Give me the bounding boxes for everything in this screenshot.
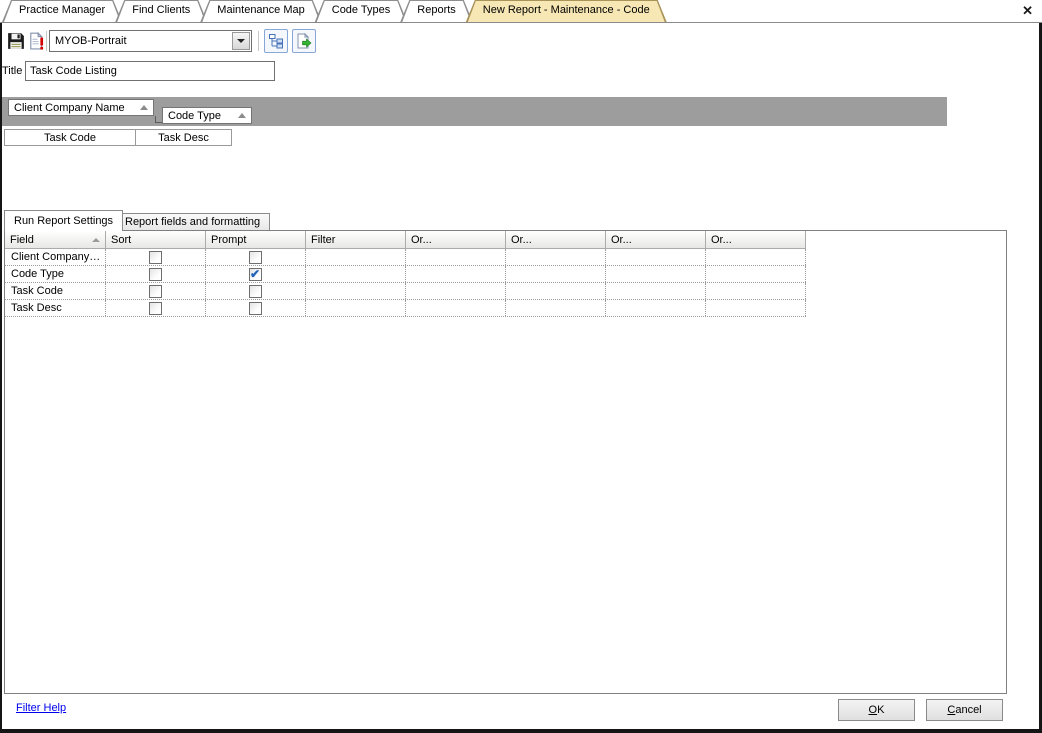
- or-cell[interactable]: [606, 283, 706, 299]
- or-cell[interactable]: [406, 300, 506, 316]
- sort-checkbox[interactable]: [149, 302, 162, 315]
- report-format-select[interactable]: MYOB-Portrait: [49, 30, 252, 52]
- sort-asc-icon: [238, 113, 246, 118]
- tabbar-divider: [0, 22, 1042, 23]
- run-report-icon: [296, 33, 312, 49]
- col-header-prompt[interactable]: Prompt: [206, 231, 306, 249]
- report-structure-button[interactable]: [264, 29, 288, 53]
- run-report-settings-panel: Field Sort Prompt Filter Or... Or... Or.…: [4, 230, 1007, 694]
- field-cell: Task Desc: [5, 300, 106, 316]
- grid-row-task-code: Task Code: [5, 283, 806, 300]
- toolbar-separator: [46, 31, 47, 51]
- col-header-or-1[interactable]: Or...: [406, 231, 506, 249]
- or-cell[interactable]: [606, 266, 706, 282]
- col-header-field[interactable]: Field: [5, 231, 106, 249]
- report-format-value: MYOB-Portrait: [55, 34, 127, 49]
- save-icon: [7, 32, 25, 50]
- col-header-or-2[interactable]: Or...: [506, 231, 606, 249]
- run-report-button[interactable]: [292, 29, 316, 53]
- or-cell[interactable]: [606, 300, 706, 316]
- close-icon[interactable]: ✕: [1022, 3, 1033, 18]
- or-cell[interactable]: [406, 283, 506, 299]
- report-alert-icon: [28, 32, 46, 50]
- ok-button[interactable]: OK: [838, 699, 915, 721]
- tab-maintenance-map[interactable]: Maintenance Map: [200, 0, 321, 22]
- tab-code-types[interactable]: Code Types: [315, 0, 408, 22]
- or-cell[interactable]: [706, 249, 806, 265]
- grid-row-client-company: Client Company…: [5, 249, 806, 266]
- settings-section: Run Report Settings Report fields and fo…: [0, 210, 1042, 694]
- sort-checkbox[interactable]: [149, 268, 162, 281]
- or-cell[interactable]: [706, 300, 806, 316]
- title-row: Title: [0, 60, 1042, 84]
- col-header-or-3[interactable]: Or...: [606, 231, 706, 249]
- or-cell[interactable]: [606, 249, 706, 265]
- or-cell[interactable]: [506, 249, 606, 265]
- sort-asc-icon: [92, 238, 100, 242]
- or-cell[interactable]: [706, 266, 806, 282]
- tab-report-fields-and-formatting[interactable]: Report fields and formatting: [115, 213, 270, 230]
- col-header-sort[interactable]: Sort: [106, 231, 206, 249]
- tab-practice-manager[interactable]: Practice Manager: [2, 0, 122, 22]
- field-cell: Task Code: [5, 283, 106, 299]
- column-header-task-desc[interactable]: Task Desc: [135, 129, 232, 146]
- group-client-company-name[interactable]: Client Company Name: [8, 99, 154, 116]
- main-tabbar: Practice Manager Find Clients Maintenanc…: [0, 0, 1042, 23]
- or-cell[interactable]: [506, 300, 606, 316]
- group-code-type[interactable]: Code Type: [162, 107, 252, 124]
- tab-new-report-maintenance-code[interactable]: New Report - Maintenance - Code: [466, 0, 667, 22]
- chevron-down-icon[interactable]: [232, 32, 250, 50]
- report-structure-icon: [268, 33, 284, 49]
- grid-row-task-desc: Task Desc: [5, 300, 806, 317]
- or-cell[interactable]: [506, 283, 606, 299]
- filter-help-link[interactable]: Filter Help: [16, 702, 66, 714]
- group-by-band: Client Company Name Code Type: [0, 97, 947, 126]
- or-cell[interactable]: [406, 249, 506, 265]
- field-cell: Client Company…: [5, 249, 106, 265]
- or-cell[interactable]: [406, 266, 506, 282]
- grid-row-code-type: Code Type: [5, 266, 806, 283]
- toolbar-separator: [258, 31, 259, 51]
- detail-column-headers: Task Code Task Desc: [4, 129, 232, 146]
- report-designer-window: Practice Manager Find Clients Maintenanc…: [0, 0, 1042, 733]
- prompt-checkbox[interactable]: [249, 268, 262, 281]
- col-header-filter[interactable]: Filter: [306, 231, 406, 249]
- sort-checkbox[interactable]: [149, 285, 162, 298]
- tab-run-report-settings[interactable]: Run Report Settings: [4, 210, 123, 231]
- or-cell[interactable]: [706, 283, 806, 299]
- prompt-checkbox[interactable]: [249, 251, 262, 264]
- grid-rows: Client Company… Code Type: [5, 249, 806, 317]
- grid-header-row: Field Sort Prompt Filter Or... Or... Or.…: [5, 231, 806, 249]
- report-toolbar: MYOB-Portrait: [0, 26, 1042, 56]
- col-header-or-4[interactable]: Or...: [706, 231, 806, 249]
- filter-cell[interactable]: [306, 283, 406, 299]
- cancel-button[interactable]: Cancel: [926, 699, 1003, 721]
- sort-checkbox[interactable]: [149, 251, 162, 264]
- filter-cell[interactable]: [306, 266, 406, 282]
- filter-cell[interactable]: [306, 300, 406, 316]
- or-cell[interactable]: [506, 266, 606, 282]
- filter-cell[interactable]: [306, 249, 406, 265]
- title-label: Title: [2, 65, 22, 77]
- group-connector-line: [155, 116, 162, 123]
- prompt-checkbox[interactable]: [249, 285, 262, 298]
- title-input[interactable]: [25, 61, 275, 81]
- sort-asc-icon: [140, 105, 148, 110]
- tab-find-clients[interactable]: Find Clients: [115, 0, 207, 22]
- column-header-task-code[interactable]: Task Code: [4, 129, 136, 146]
- prompt-checkbox[interactable]: [249, 302, 262, 315]
- field-cell: Code Type: [5, 266, 106, 282]
- tab-reports[interactable]: Reports: [400, 0, 473, 22]
